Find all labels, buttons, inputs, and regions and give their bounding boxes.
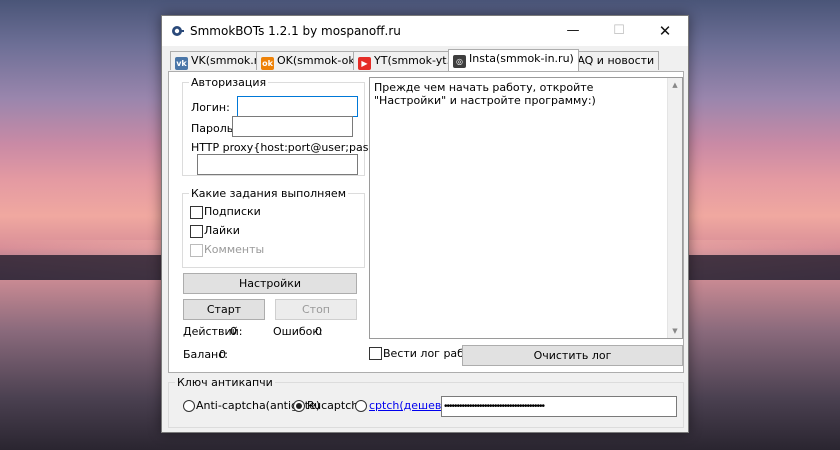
anticaptcha-radio[interactable] [183,400,195,412]
odnoklassniki-icon: ok [261,57,274,70]
settings-button[interactable]: Настройки [183,273,357,294]
app-window: SmmokBOTs 1.2.1 by mospanoff.ru — ☐ ✕ vk… [161,15,689,433]
title-bar: SmmokBOTs 1.2.1 by mospanoff.ru — ☐ ✕ [162,16,688,46]
tab-strip: vk VK(smmok.ru) ok OK(smmok-ok.ru) ▶ YT(smm… [168,49,682,71]
instagram-icon: ◎ [453,55,466,68]
minimize-button[interactable]: — [550,16,596,46]
start-button[interactable]: Старт [183,299,265,320]
cptch-link[interactable]: cptch(дешево) [369,399,452,412]
login-label: Логин: [191,101,230,114]
keep-log-checkbox[interactable] [369,347,382,360]
tab-panel-insta: Авторизация Логин: Пароль: HTTP proxy{ho… [168,71,684,373]
balance-value: 0 [219,348,226,361]
comments-label: Комменты [204,243,265,256]
log-scrollbar[interactable]: ▲ ▼ [667,78,682,338]
stop-button: Стоп [275,299,357,320]
login-input[interactable] [237,96,358,117]
youtube-icon: ▶ [358,57,371,70]
likes-label: Лайки [204,224,240,237]
captcha-group: Ключ антикапчи Anti-captcha(antigate) Ru… [168,376,684,428]
maximize-button[interactable]: ☐ [596,16,642,46]
errors-value: 0 [315,325,322,338]
rucaptcha-radio[interactable] [293,400,305,412]
comments-checkbox [190,244,203,257]
window-title: SmmokBOTs 1.2.1 by mospanoff.ru [190,24,401,38]
auth-group-label: Авторизация [189,76,269,89]
password-label: Пароль: [191,122,237,135]
subscriptions-label: Подписки [204,205,261,218]
auth-group: Авторизация Логин: Пароль: HTTP proxy{ho… [182,76,408,176]
proxy-input[interactable] [197,154,358,175]
cptch-radio[interactable] [355,400,367,412]
captcha-group-label: Ключ антикапчи [175,376,275,389]
tab-insta[interactable]: ◎ Insta(smmok-in.ru) [448,49,579,71]
captcha-key-input[interactable] [441,396,677,417]
app-icon [172,26,184,36]
close-button[interactable]: ✕ [642,16,688,46]
vk-icon: vk [175,57,188,70]
subscriptions-checkbox[interactable] [190,206,203,219]
tab-label: Insta(smmok-in.ru) [469,52,574,65]
tasks-group: Какие задания выполняем Подписки Лайки К… [182,187,365,268]
scroll-up-icon[interactable]: ▲ [668,78,682,92]
tab-label: FAQ и новости [572,54,655,67]
log-text: Прежде чем начать работу, откройте "Наст… [374,81,596,107]
tasks-group-label: Какие задания выполняем [189,187,348,200]
likes-checkbox[interactable] [190,225,203,238]
clear-log-button[interactable]: Очистить лог [462,345,683,366]
password-input[interactable] [232,116,353,137]
actions-value: 0 [230,325,237,338]
scroll-down-icon[interactable]: ▼ [668,324,682,338]
log-textarea[interactable]: Прежде чем начать работу, откройте "Наст… [369,77,683,339]
